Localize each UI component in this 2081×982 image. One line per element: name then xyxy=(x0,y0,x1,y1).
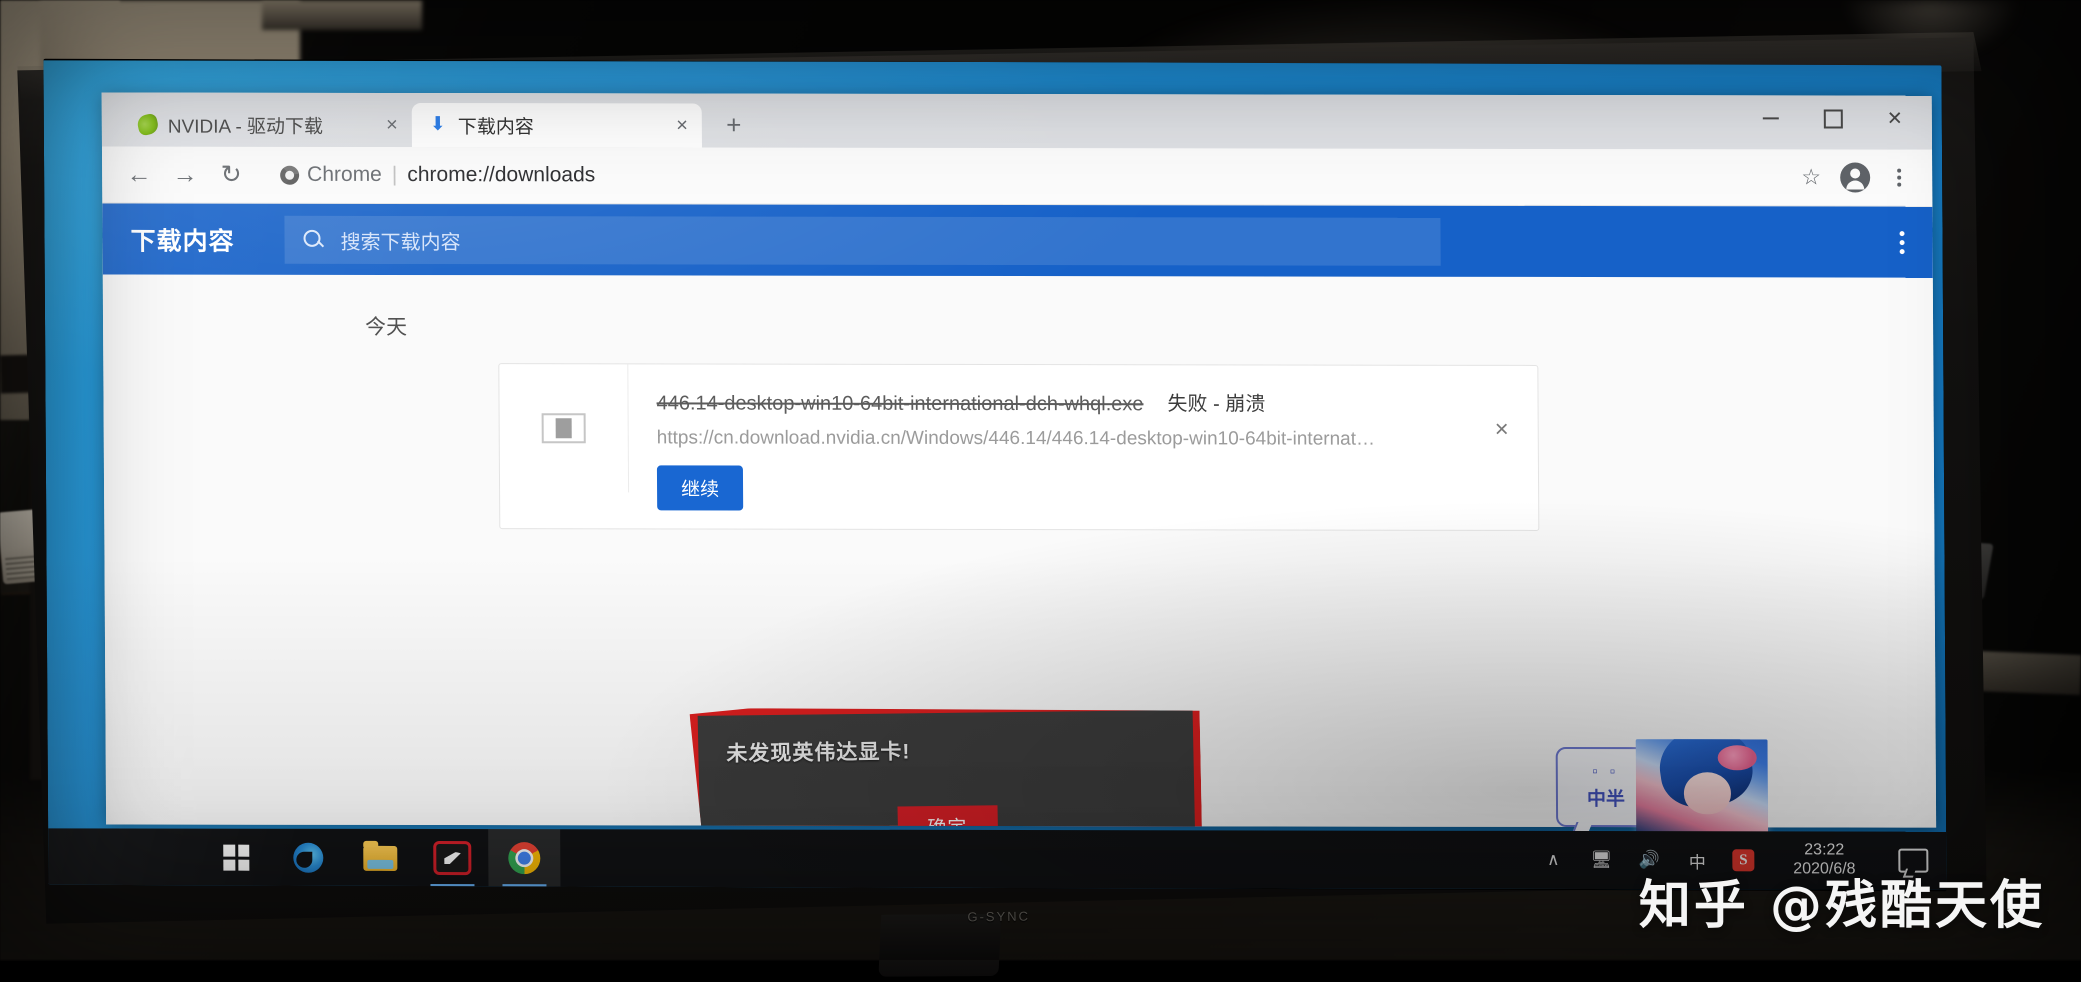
download-date-group: 今天 xyxy=(364,315,408,339)
tab-downloads[interactable]: ⬇ 下载内容 × xyxy=(411,102,702,148)
network-icon[interactable]: 🖥 xyxy=(1588,847,1614,873)
tab-close-icon[interactable]: × xyxy=(676,114,688,136)
sticker-bow xyxy=(1717,745,1758,771)
download-source-url: https://cn.download.nvidia.cn/Windows/44… xyxy=(656,427,1376,450)
chrome-logo-icon xyxy=(280,165,300,185)
downloads-header: 下载内容 搜索下载内容 xyxy=(102,203,1933,279)
forward-button[interactable]: → xyxy=(164,154,206,196)
tab-close-icon[interactable]: × xyxy=(386,114,398,136)
url-text: chrome://downloads xyxy=(407,162,596,187)
chrome-scheme-badge: Chrome xyxy=(280,163,382,187)
back-button[interactable]: ← xyxy=(118,153,160,195)
edge-icon[interactable] xyxy=(272,829,344,887)
download-icon-cell xyxy=(499,364,630,493)
bookmark-star-icon[interactable]: ☆ xyxy=(1794,160,1828,194)
nvidia-eye-icon xyxy=(135,112,160,137)
watermark: 知乎 @残酷天使 xyxy=(1638,876,2045,936)
tab-strip: NVIDIA - 驱动下载 × ⬇ 下载内容 × + ✕ xyxy=(101,92,1933,150)
exe-file-icon xyxy=(541,413,586,444)
red-app-icon[interactable] xyxy=(416,829,488,887)
download-details: 446.14-desktop-win10-64bit-international… xyxy=(628,364,1538,530)
chrome-menu-icon[interactable] xyxy=(1882,161,1916,195)
remove-download-icon[interactable]: × xyxy=(1484,412,1520,448)
reload-button[interactable]: ↻ xyxy=(210,154,252,196)
downloads-menu-icon[interactable] xyxy=(1899,231,1905,255)
error-message: 未发现英伟达显卡! xyxy=(726,740,911,766)
error-ok-button[interactable]: 确定 xyxy=(897,805,998,827)
room-wall-strip xyxy=(262,0,422,30)
windows-desktop: NVIDIA - 驱动下载 × ⬇ 下载内容 × + ✕ ← → ↻ Chrom… xyxy=(43,60,1947,890)
minimize-button[interactable] xyxy=(1740,95,1802,141)
browser-toolbar: ← → ↻ Chrome | chrome://downloads ☆ xyxy=(101,146,1933,207)
url-divider: | xyxy=(391,162,398,186)
window-controls: ✕ xyxy=(1740,95,1926,141)
tab-nvidia-driver-download[interactable]: NVIDIA - 驱动下载 × xyxy=(121,102,412,147)
download-status: 失败 - 崩溃 xyxy=(1167,393,1266,416)
tab-label: 下载内容 xyxy=(457,116,534,138)
address-bar[interactable]: Chrome | chrome://downloads xyxy=(266,155,1780,198)
monitor-brand-label: G-SYNC xyxy=(967,908,1031,925)
chrome-window: NVIDIA - 驱动下载 × ⬇ 下载内容 × + ✕ ← → ↻ Chrom… xyxy=(101,92,1937,828)
scheme-label: Chrome xyxy=(307,162,382,186)
download-filename[interactable]: 446.14-desktop-win10-64bit-international… xyxy=(656,392,1143,416)
download-item-row[interactable]: 446.14-desktop-win10-64bit-international… xyxy=(498,363,1540,531)
download-icon: ⬇ xyxy=(429,114,446,136)
close-window-button[interactable]: ✕ xyxy=(1864,96,1926,142)
clock-time: 23:22 xyxy=(1804,841,1845,859)
toolbar-right-actions: ☆ xyxy=(1794,160,1916,194)
new-tab-button[interactable]: + xyxy=(714,105,754,145)
maximize-button[interactable] xyxy=(1802,95,1864,141)
monitor: G-SYNC NVIDIA - 驱动下载 × ⬇ 下载内容 × + ✕ ← → … xyxy=(5,32,1986,977)
profile-avatar-icon[interactable] xyxy=(1840,162,1871,193)
ime-popup-row1: ▫ ▫ xyxy=(1592,763,1620,781)
page-title: 下载内容 xyxy=(130,227,235,256)
ime-popup-row2: 中半 xyxy=(1586,789,1626,811)
monitor-screen: NVIDIA - 驱动下载 × ⬇ 下载内容 × + ✕ ← → ↻ Chrom… xyxy=(43,58,1947,892)
nvidia-error-dialog: 未发现英伟达显卡! 确定 xyxy=(690,703,1203,828)
file-explorer-icon[interactable] xyxy=(344,829,416,887)
resume-download-button[interactable]: 继续 xyxy=(656,465,744,511)
sticker-face xyxy=(1683,771,1732,815)
windows-start-icon[interactable] xyxy=(200,829,272,887)
error-dialog-body: 未发现英伟达显卡! 确定 xyxy=(698,710,1195,828)
search-icon xyxy=(302,229,324,251)
search-downloads-input[interactable]: 搜索下载内容 xyxy=(284,215,1441,266)
anime-avatar-sticker xyxy=(1635,739,1769,836)
chrome-icon[interactable] xyxy=(488,829,561,888)
search-placeholder: 搜索下载内容 xyxy=(340,231,461,254)
tab-label: NVIDIA - 驱动下载 xyxy=(167,116,324,138)
tray-overflow-icon[interactable]: ∧ xyxy=(1540,847,1566,873)
